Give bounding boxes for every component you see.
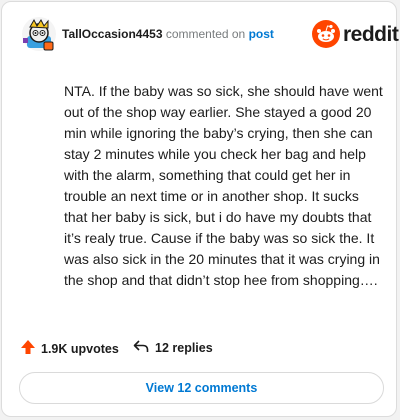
upvote-button[interactable]: 1.9K upvotes bbox=[20, 339, 119, 358]
comment-card: TallOccasion4453 commented on post reddi… bbox=[1, 1, 399, 417]
comment-actions: 1.9K upvotes 12 replies bbox=[2, 330, 396, 370]
avatar[interactable] bbox=[21, 16, 57, 52]
reply-arrow-icon bbox=[133, 339, 155, 356]
replies-count: 12 replies bbox=[155, 340, 213, 355]
username[interactable]: TallOccasion4453 bbox=[62, 27, 163, 41]
commented-on-label: commented on bbox=[165, 27, 246, 41]
reddit-brand[interactable]: reddit bbox=[312, 20, 399, 50]
comment-header: TallOccasion4453 commented on post reddi… bbox=[2, 2, 399, 66]
reddit-wordmark: reddit bbox=[343, 23, 399, 46]
upvote-count: 1.9K upvotes bbox=[41, 341, 119, 356]
view-comments-button[interactable]: View 12 comments bbox=[19, 372, 384, 404]
upvote-arrow-icon bbox=[20, 339, 41, 358]
post-link[interactable]: post bbox=[249, 27, 274, 41]
comment-meta: TallOccasion4453 commented on post bbox=[62, 27, 274, 41]
replies-button[interactable]: 12 replies bbox=[133, 339, 213, 356]
comment-body: NTA. If the baby was so sick, she should… bbox=[64, 83, 383, 288]
reddit-logo-icon bbox=[312, 20, 340, 48]
